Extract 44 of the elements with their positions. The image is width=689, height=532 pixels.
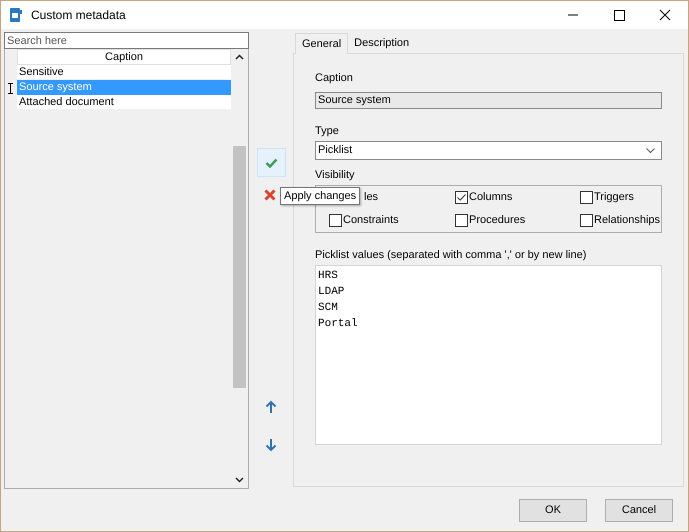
list-row[interactable]: Attached document xyxy=(17,95,231,110)
column-header[interactable]: Caption xyxy=(17,49,231,65)
checkbox-label: Relationships xyxy=(594,213,660,228)
checkbox[interactable] xyxy=(329,214,342,227)
list-row[interactable]: Sensitive xyxy=(17,65,231,80)
dropdown-value: Picklist xyxy=(318,143,352,158)
field-label: Type xyxy=(315,124,340,137)
window-title: Custom metadata xyxy=(31,7,126,24)
caption-field: Source system xyxy=(315,92,662,109)
checkbox[interactable] xyxy=(455,214,468,227)
checkbox-label: Procedures xyxy=(469,213,526,228)
checkbox-label: Columns xyxy=(469,190,512,206)
picklist-textarea[interactable]: HRS LDAP SCM Portal xyxy=(315,265,662,445)
app-icon xyxy=(9,7,23,23)
search-field[interactable]: Search here xyxy=(4,32,249,49)
field-label: Picklist values (separated with comma ',' or by new line) xyxy=(315,248,588,261)
tab[interactable]: General xyxy=(295,33,348,54)
picklist-value: LDAP xyxy=(318,285,344,300)
group-label: Visibility xyxy=(315,168,356,181)
check-icon xyxy=(264,158,278,168)
checkbox[interactable] xyxy=(580,214,593,227)
tooltip: Apply changes xyxy=(280,187,360,205)
move-up-icon[interactable] xyxy=(265,400,277,414)
type-dropdown[interactable]: Picklist xyxy=(315,141,662,160)
picklist-value: SCM xyxy=(318,301,338,316)
dropdown-caret-icon xyxy=(646,148,655,153)
checkbox-label: Constraints xyxy=(343,213,399,228)
scrollbar-thumb[interactable] xyxy=(233,146,246,388)
checkbox[interactable] xyxy=(455,191,468,204)
field-label: Caption xyxy=(315,71,354,84)
checkbox-label: les xyxy=(364,190,378,206)
picklist-value: Portal xyxy=(318,317,358,332)
apply-button[interactable] xyxy=(256,148,286,177)
dialog-button[interactable]: Cancel xyxy=(605,498,673,522)
picklist-value: HRS xyxy=(318,269,338,284)
scroll-up-icon[interactable] xyxy=(235,54,244,60)
checkbox[interactable] xyxy=(580,191,593,204)
discard-icon[interactable] xyxy=(264,189,276,201)
scroll-down-icon[interactable] xyxy=(235,477,244,483)
dialog-button[interactable]: OK xyxy=(519,498,587,522)
checkbox-label: Triggers xyxy=(594,190,634,206)
text-cursor-icon xyxy=(8,83,13,94)
move-down-icon[interactable] xyxy=(265,438,277,452)
scrollbar[interactable] xyxy=(231,49,248,488)
